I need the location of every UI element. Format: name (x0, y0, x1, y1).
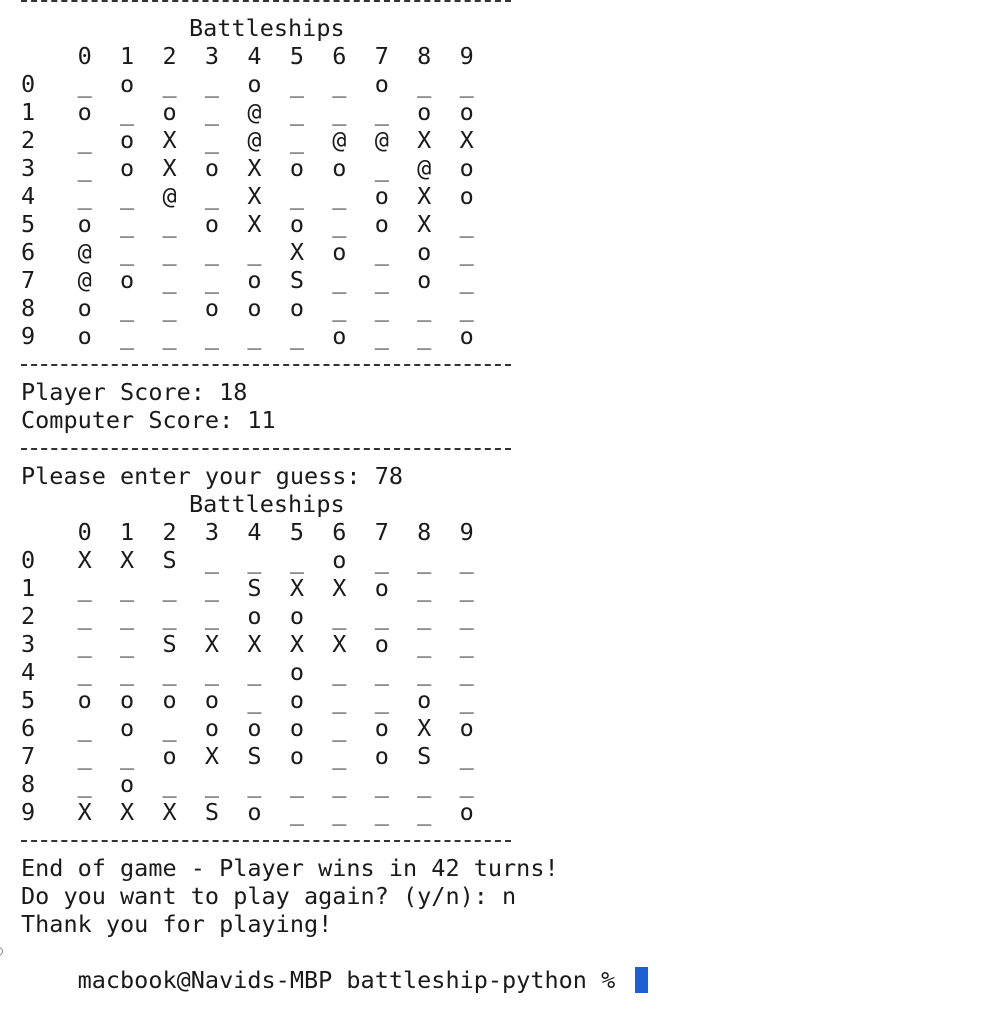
board2-row: 4 _ _ _ _ _ o _ _ _ _ (21, 658, 474, 686)
player-score: Player Score: 18 (21, 378, 248, 406)
end-message: End of game - Player wins in 42 turns! (21, 854, 559, 882)
computer-score: Computer Score: 11 (21, 406, 276, 434)
board1-row: 6 @ _ _ _ _ X o _ o _ (21, 238, 474, 266)
board1-row: 3 _ o X o X o o _ @ o (21, 154, 474, 182)
separator-line (0, 434, 998, 462)
board2-grid: 0 X X S _ _ _ o _ _ _ 1 _ _ _ _ S X X o … (0, 546, 998, 826)
board1-title: Battleships (189, 14, 345, 42)
shell-prompt: macbook@Navids-MBP battleship-python % (77, 966, 630, 994)
board1-row: 2 _ o X _ @ _ @ @ X X (21, 126, 474, 154)
board2-row: 5 o o o o _ o _ _ o _ (21, 686, 474, 714)
board2-row: 2 _ _ _ _ o o _ _ _ _ (21, 602, 474, 630)
play-again-prompt: Do you want to play again? (y/n): n (21, 882, 517, 910)
text-cursor[interactable] (635, 967, 649, 993)
thanks-message: Thank you for playing! (21, 910, 333, 938)
board2-title: Battleships (189, 490, 345, 518)
board2-row: 8 _ o _ _ _ _ _ _ _ _ (21, 770, 474, 798)
separator-line (0, 826, 998, 854)
board1-row: 9 o _ _ _ _ _ o _ _ o (21, 322, 474, 350)
board2-row: 7 _ _ o X S o _ o S _ (21, 742, 474, 770)
board1-row: 5 o _ _ o X o _ o X _ (21, 210, 474, 238)
board2-row: 9 X X X S o _ _ _ _ o (21, 798, 474, 826)
board1-column-header: 0 1 2 3 4 5 6 7 8 9 (21, 42, 474, 70)
board2-column-header: 0 1 2 3 4 5 6 7 8 9 (21, 518, 474, 546)
board2-row: 6 _ o _ o o o _ o X o (21, 714, 474, 742)
terminal-output: Battleships 0 1 2 3 4 5 6 7 8 9 0 _ o _ … (0, 0, 998, 994)
board2-row: 3 _ _ S X X X X o _ _ (21, 630, 474, 658)
board1-row: 8 o _ _ o o o _ _ _ _ (21, 294, 474, 322)
shell-prompt-line[interactable]: macbook@Navids-MBP battleship-python % (0, 938, 998, 994)
board2-row: 0 X X S _ _ _ o _ _ _ (21, 546, 474, 574)
board1-row: 0 _ o _ _ o _ _ o _ _ (21, 70, 474, 98)
board1-row: 4 _ _ @ _ X _ _ o X o (21, 182, 474, 210)
prompt-status-icon (0, 947, 3, 956)
board1-grid: 0 _ o _ _ o _ _ o _ _ 1 o _ o _ @ _ _ _ … (0, 70, 998, 350)
guess-prompt: Please enter your guess: 78 (21, 462, 404, 490)
board1-row: 7 @ o _ _ o S _ _ o _ (21, 266, 474, 294)
separator-line (0, 0, 998, 14)
board1-row: 1 o _ o _ @ _ _ _ o o (21, 98, 474, 126)
separator-line (0, 350, 998, 378)
board2-row: 1 _ _ _ _ S X X o _ _ (21, 574, 474, 602)
